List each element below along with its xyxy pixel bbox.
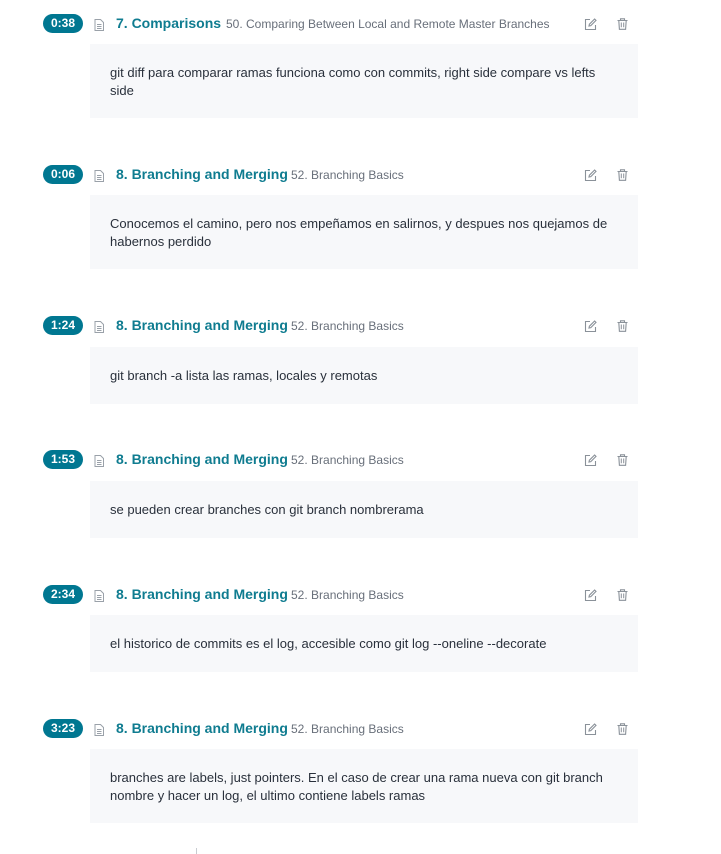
trash-icon[interactable] [614,16,630,32]
note-text: git branch -a lista las ramas, locales y… [110,368,378,383]
document-icon [94,169,104,182]
trash-icon[interactable] [614,318,630,334]
document-icon [94,320,104,333]
trash-icon[interactable] [614,587,630,603]
note-header: 0:06 8. Branching and Merging 52. Branch… [0,163,721,187]
note-item: 0:06 8. Branching and Merging 52. Branch… [0,163,721,269]
document-icon [94,589,104,602]
note-header: 1:53 8. Branching and Merging 52. Branch… [0,448,721,472]
note-header: 3:23 8. Branching and Merging 52. Branch… [0,717,721,741]
note-header: 2:34 8. Branching and Merging 52. Branch… [0,583,721,607]
timestamp-badge[interactable]: 1:24 [43,316,83,335]
note-body: git diff para comparar ramas funciona co… [90,44,638,118]
note-body: git branch -a lista las ramas, locales y… [90,347,638,404]
section-link[interactable]: 8. Branching and Merging [116,317,288,333]
edit-icon[interactable] [582,167,598,183]
edit-icon[interactable] [582,452,598,468]
lecture-title: 52. Branching Basics [291,319,404,333]
note-body: branches are labels, just pointers. En e… [90,749,638,823]
document-icon [94,454,104,467]
lecture-title: 52. Branching Basics [291,168,404,182]
trash-icon[interactable] [614,452,630,468]
note-item: 1:24 8. Branching and Merging 52. Branch… [0,314,721,404]
section-link[interactable]: 8. Branching and Merging [116,720,288,736]
timestamp-badge[interactable]: 2:34 [43,585,83,604]
timestamp-badge[interactable]: 3:23 [43,719,83,738]
divider [196,848,197,854]
edit-icon[interactable] [582,721,598,737]
timestamp-badge[interactable]: 0:06 [43,165,83,184]
note-text: el historico de commits es el log, acces… [110,636,547,651]
section-link[interactable]: 8. Branching and Merging [116,586,288,602]
note-header: 0:38 7. Comparisons 50. Comparing Betwee… [0,12,721,36]
note-header: 1:24 8. Branching and Merging 52. Branch… [0,314,721,338]
trash-icon[interactable] [614,721,630,737]
note-body: el historico de commits es el log, acces… [90,615,638,672]
section-link[interactable]: 8. Branching and Merging [116,166,288,182]
note-text: Conocemos el camino, pero nos empeñamos … [110,216,608,249]
note-text: se pueden crear branches con git branch … [110,502,424,517]
note-text: branches are labels, just pointers. En e… [110,770,603,803]
note-item: 1:53 8. Branching and Merging 52. Branch… [0,448,721,538]
note-item: 3:23 8. Branching and Merging 52. Branch… [0,717,721,823]
note-body: se pueden crear branches con git branch … [90,481,638,538]
note-text: git diff para comparar ramas funciona co… [110,65,596,98]
note-item: 0:38 7. Comparisons 50. Comparing Betwee… [0,12,721,118]
trash-icon[interactable] [614,167,630,183]
note-item: 2:34 8. Branching and Merging 52. Branch… [0,583,721,672]
timestamp-badge[interactable]: 1:53 [43,450,83,469]
edit-icon[interactable] [582,587,598,603]
note-body: Conocemos el camino, pero nos empeñamos … [90,195,638,269]
section-link[interactable]: 8. Branching and Merging [116,451,288,467]
lecture-title: 50. Comparing Between Local and Remote M… [226,17,550,31]
lecture-title: 52. Branching Basics [291,453,404,467]
document-icon [94,723,104,736]
edit-icon[interactable] [582,318,598,334]
lecture-title: 52. Branching Basics [291,722,404,736]
lecture-title: 52. Branching Basics [291,588,404,602]
document-icon [94,18,104,31]
section-link[interactable]: 7. Comparisons [116,15,221,31]
edit-icon[interactable] [582,16,598,32]
timestamp-badge[interactable]: 0:38 [43,14,83,33]
